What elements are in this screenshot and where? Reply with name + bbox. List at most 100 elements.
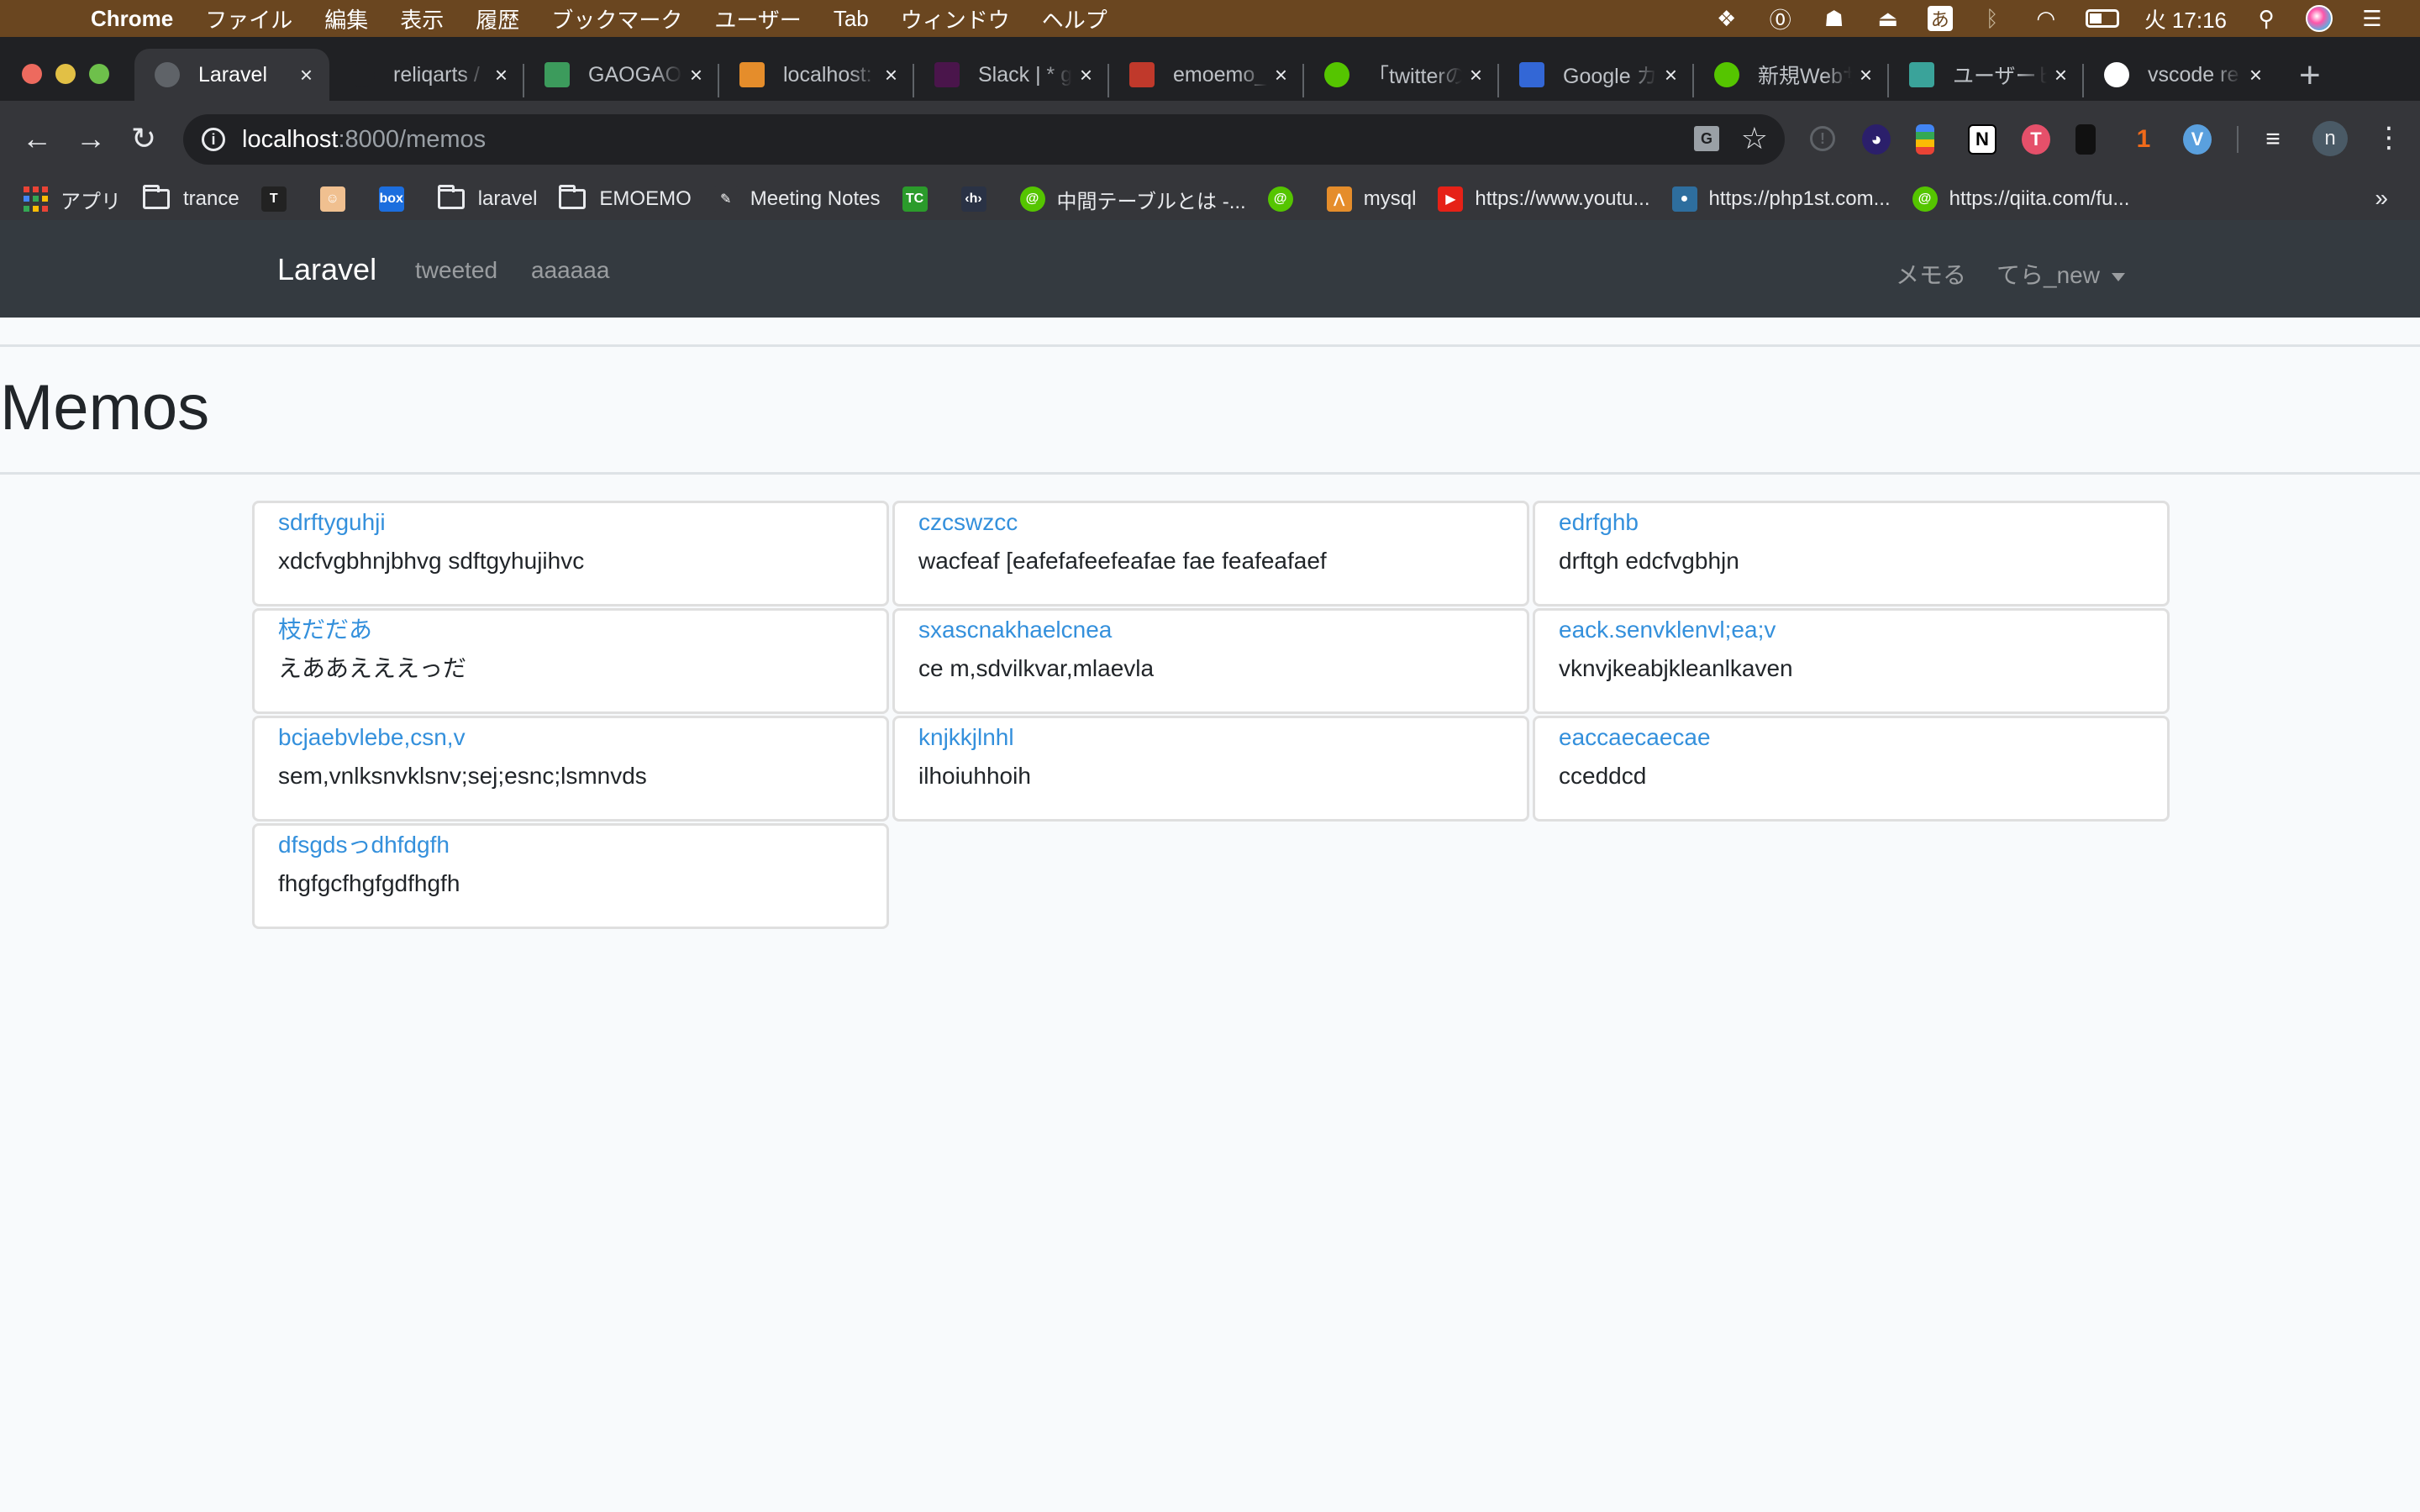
wifi-icon[interactable]: ◠	[2032, 6, 2060, 31]
maximize-window-button[interactable]	[89, 64, 109, 84]
memo-title-link[interactable]: sdrftyguhji	[278, 507, 863, 538]
nav-link-memoru[interactable]: メモる	[1896, 257, 1966, 291]
browser-tab[interactable]: vscode re ×	[2084, 49, 2279, 101]
memo-title-link[interactable]: 枝だだあ	[278, 614, 863, 646]
bookmark-item[interactable]: アプリ	[24, 185, 121, 214]
bookmark-star-icon[interactable]: ☆	[1741, 121, 1768, 156]
close-tab-icon[interactable]: ×	[1275, 62, 1287, 88]
bookmark-item[interactable]: @ 中間テーブルとは -...	[1019, 185, 1246, 214]
close-tab-icon[interactable]: ×	[2249, 62, 2262, 88]
menu-help[interactable]: ヘルプ	[1042, 3, 1107, 34]
close-tab-icon[interactable]: ×	[1470, 62, 1482, 88]
memo-title-link[interactable]: edrfghb	[1559, 507, 2144, 538]
back-button[interactable]: ←	[22, 119, 52, 158]
bookmark-item[interactable]: EMOEMO	[559, 185, 692, 211]
memo-title-link[interactable]: dfsgdsっdhfdgfh	[278, 829, 863, 861]
address-bar[interactable]: i localhost:8000/memos G ☆	[183, 114, 1785, 165]
menu-people[interactable]: ユーザー	[714, 3, 801, 34]
close-window-button[interactable]	[22, 64, 42, 84]
bookmark-item[interactable]: @ https://qiita.com/fu...	[1912, 186, 2129, 212]
profile-avatar[interactable]: n	[2312, 121, 2348, 156]
menu-window[interactable]: ウィンドウ	[901, 3, 1010, 34]
new-tab-button[interactable]: +	[2299, 57, 2321, 94]
menu-file[interactable]: ファイル	[205, 3, 292, 34]
close-tab-icon[interactable]: ×	[885, 62, 897, 88]
notification-bell-icon[interactable]: ☗	[1820, 6, 1849, 31]
close-tab-icon[interactable]: ×	[300, 62, 313, 88]
siri-icon[interactable]	[2306, 5, 2333, 32]
bookmark-item[interactable]: ✎ Meeting Notes	[713, 186, 881, 212]
bookmark-item[interactable]: ● https://php1st.com...	[1671, 186, 1891, 212]
bookmarks-overflow-button[interactable]: »	[2375, 185, 2388, 212]
bookmark-item[interactable]: TC	[902, 186, 939, 212]
phpmyadmin-icon	[739, 62, 765, 87]
close-tab-icon[interactable]: ×	[1080, 62, 1092, 88]
browser-tab[interactable]: Google カ ×	[1499, 49, 1694, 101]
bookmark-item[interactable]: ‹h›	[960, 186, 998, 212]
menu-tab[interactable]: Tab	[834, 6, 869, 32]
media-control-icon[interactable]: ≡	[2259, 124, 2287, 155]
reload-button[interactable]: ↻	[131, 119, 156, 158]
translate-icon[interactable]: G	[1694, 126, 1719, 151]
bookmark-item[interactable]: @	[1267, 186, 1305, 212]
browser-tab[interactable]: 新規Webサ ×	[1694, 49, 1889, 101]
browser-tab[interactable]: localhost: ×	[719, 49, 914, 101]
vimeo-extension-icon[interactable]: V	[2183, 124, 2212, 155]
notification-center-icon[interactable]: ☰	[2358, 6, 2386, 31]
clock[interactable]: 火 17:16	[2144, 3, 2227, 34]
close-tab-icon[interactable]: ×	[1860, 62, 1872, 88]
menu-app-name[interactable]: Chrome	[91, 6, 173, 32]
site-info-icon[interactable]: i	[202, 128, 225, 151]
nav-link-tweeted[interactable]: tweeted	[415, 257, 497, 284]
browser-tab[interactable]: Laravel ×	[134, 49, 329, 101]
input-method-icon[interactable]: あ	[1927, 6, 1953, 31]
menu-edit[interactable]: 編集	[324, 3, 368, 34]
user-dropdown[interactable]: てら_new	[1996, 257, 2125, 291]
minimize-window-button[interactable]	[55, 64, 76, 84]
notion-extension-icon[interactable]: N	[1968, 124, 1996, 155]
pie-extension-icon[interactable]: ◕	[1862, 124, 1891, 155]
chrome-menu-icon[interactable]: ⋮	[2375, 121, 2403, 155]
bookmark-item[interactable]: laravel	[437, 185, 537, 211]
todoist-extension-icon[interactable]: T	[2022, 124, 2050, 155]
close-tab-icon[interactable]: ×	[690, 62, 702, 88]
bookmark-item[interactable]: ☺	[319, 186, 357, 212]
bookmark-extension-icon[interactable]	[2075, 124, 2096, 155]
menu-bookmarks[interactable]: ブックマーク	[551, 3, 682, 34]
browser-tab[interactable]: ユーザーヒ ×	[1889, 49, 2084, 101]
url-text[interactable]: localhost:8000/memos	[242, 126, 486, 154]
close-tab-icon[interactable]: ×	[495, 62, 508, 88]
google-keep-extension-icon[interactable]	[1916, 124, 1934, 155]
nav-link-aaaaaa[interactable]: aaaaaa	[531, 257, 609, 284]
memo-title-link[interactable]: czcswzcc	[918, 507, 1503, 538]
bookmark-item[interactable]: ⋀ mysql	[1326, 186, 1416, 212]
browser-tab[interactable]: GAOGAO ×	[524, 49, 719, 101]
close-tab-icon[interactable]: ×	[2054, 62, 2067, 88]
forward-button[interactable]: →	[76, 119, 106, 158]
memo-title-link[interactable]: eaccaecaecae	[1559, 722, 2144, 753]
bookmark-item[interactable]: T	[260, 186, 298, 212]
onepassword-icon[interactable]: ⓪	[1766, 6, 1795, 33]
bookmark-item[interactable]: box	[378, 186, 416, 212]
memo-title-link[interactable]: sxascnakhaelcnea	[918, 614, 1503, 646]
memo-title-link[interactable]: eack.senvklenvl;ea;v	[1559, 614, 2144, 646]
menu-history[interactable]: 履歴	[476, 3, 519, 34]
memo-title-link[interactable]: bcjaebvlebe,csn,v	[278, 722, 863, 753]
browser-tab[interactable]: emoemo_ ×	[1109, 49, 1304, 101]
bookmark-item[interactable]: ▶ https://www.youtu...	[1438, 186, 1650, 212]
dropbox-icon[interactable]: ❖	[1712, 6, 1741, 31]
number-one-extension-icon[interactable]: 1	[2129, 124, 2158, 155]
airplay-icon[interactable]: ⏏	[1874, 6, 1902, 31]
browser-tab[interactable]: 「twitterの ×	[1304, 49, 1499, 101]
onepassword-extension-icon[interactable]: !	[1810, 126, 1835, 151]
memo-title-link[interactable]: knjkkjlnhl	[918, 722, 1503, 753]
browser-tab[interactable]: Slack | * g ×	[914, 49, 1109, 101]
navbar-brand[interactable]: Laravel	[277, 252, 376, 287]
browser-tab[interactable]: reliqarts / ×	[329, 49, 524, 101]
menu-view[interactable]: 表示	[400, 3, 444, 34]
close-tab-icon[interactable]: ×	[1665, 62, 1677, 88]
bookmark-item[interactable]: trance	[143, 185, 239, 211]
spotlight-search-icon[interactable]: ⚲	[2252, 6, 2281, 31]
battery-icon[interactable]	[2085, 9, 2119, 28]
bluetooth-icon[interactable]: ᛒ	[1978, 6, 2007, 31]
